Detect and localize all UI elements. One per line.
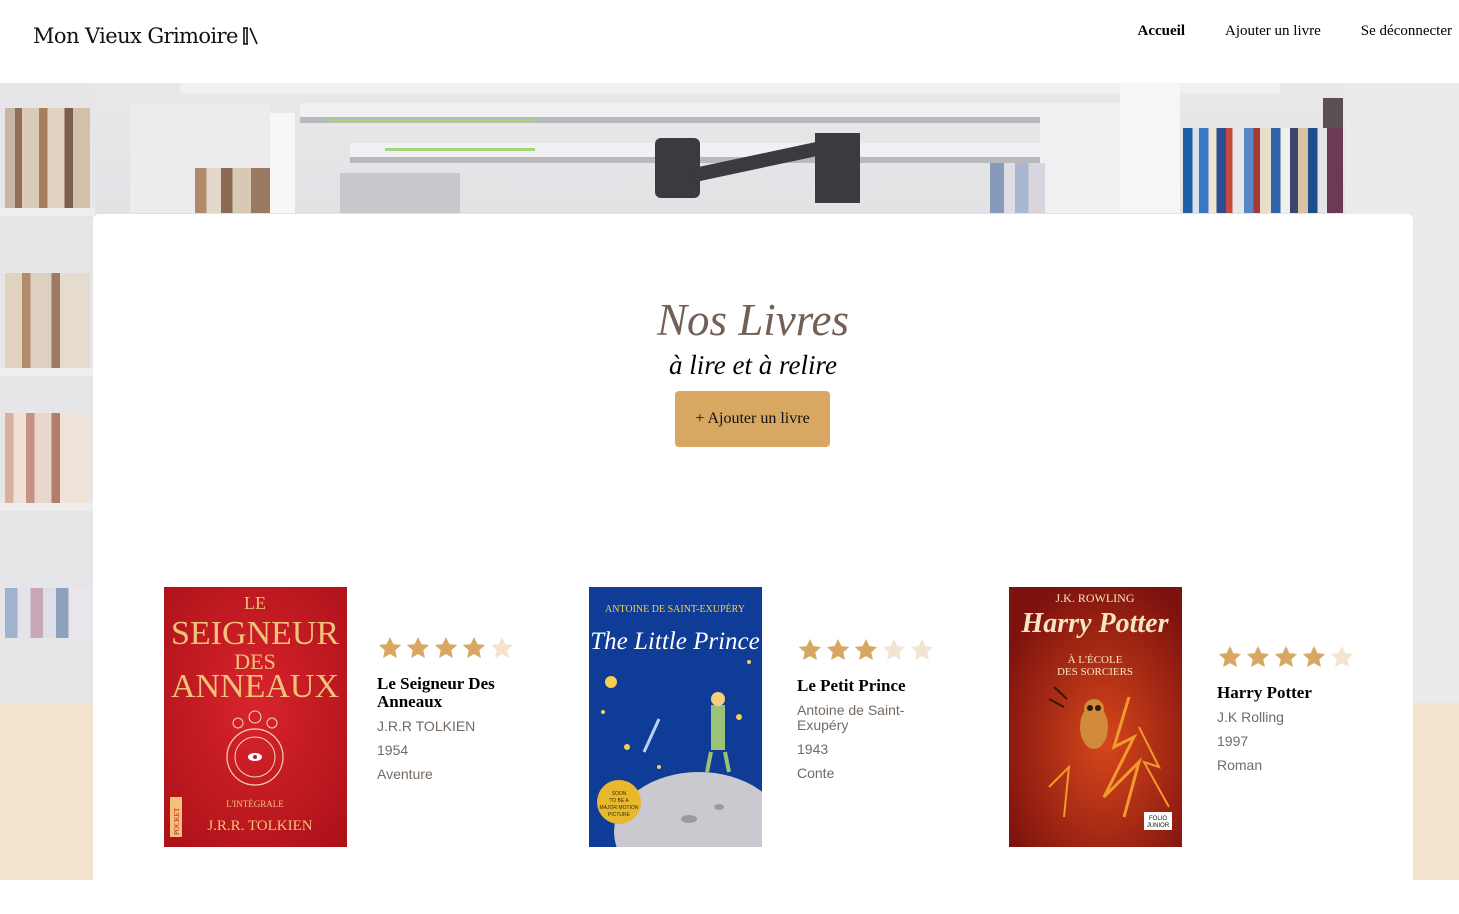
page-title: Nos Livres — [656, 295, 850, 345]
svg-text:FOLIO: FOLIO — [1149, 816, 1167, 822]
star-filled-icon — [854, 638, 878, 660]
book-author: Antoine de Saint-Exupéry — [797, 702, 905, 733]
star-empty-icon — [1330, 645, 1354, 667]
book-title[interactable]: Le Seigneur Des Anneaux — [377, 675, 537, 711]
book-year: 1943 — [797, 741, 829, 757]
cover-author: J.R.R. TOLKIEN — [207, 818, 312, 834]
star-empty-icon — [910, 638, 934, 660]
book-year: 1954 — [377, 742, 409, 758]
svg-text:TO BE A: TO BE A — [609, 798, 629, 804]
cover-title: The Little Prince — [590, 628, 759, 655]
svg-text:JUNIOR: JUNIOR — [1147, 823, 1170, 829]
logo-text: Mon Vieux Grimoire — [33, 24, 238, 48]
star-empty-icon — [490, 636, 514, 658]
site-logo[interactable]: Mon Vieux Grimoire — [33, 24, 260, 48]
rating-stars — [1217, 644, 1357, 670]
nav-link-accueil[interactable]: Accueil — [1138, 23, 1185, 40]
rating-stars — [797, 637, 942, 663]
book-cover-petit-prince[interactable]: ANTOINE DE SAINT-EXUPÉRY The Little Prin… — [589, 587, 762, 847]
books-logo-icon — [242, 27, 258, 45]
nav-link-ajouter-livre[interactable]: Ajouter un livre — [1225, 23, 1321, 40]
cover-author: ANTOINE DE SAINT-EXUPÉRY — [605, 603, 745, 615]
svg-text:SOON: SOON — [612, 791, 627, 797]
svg-text:PICTURE: PICTURE — [608, 812, 631, 818]
book-cover-art: LE SEIGNEUR DES ANNEAUX L'INTÉGRALE J.R.… — [164, 587, 347, 847]
book-author: J.K Rolling — [1217, 709, 1284, 725]
main-nav: Accueil Ajouter un livre Se déconnecter — [1138, 23, 1453, 40]
star-filled-icon — [1274, 645, 1298, 667]
cover-top-word: LE — [244, 593, 266, 613]
book-info: Harry Potter J.K Rolling 1997 Roman — [1217, 644, 1357, 782]
book-cover-art: J.K. ROWLING Harry Potter À L'ÉCOLE DES … — [1009, 587, 1182, 847]
svg-text:MAJOR MOTION: MAJOR MOTION — [600, 805, 639, 811]
page-subtitle: à lire et à relire — [669, 350, 837, 380]
book-year: 1997 — [1217, 733, 1249, 749]
star-filled-icon — [434, 636, 458, 658]
site-header: Mon Vieux Grimoire Accueil Ajouter un li… — [0, 0, 1459, 83]
books-panel: Nos Livres à lire et à relire + Ajouter … — [93, 214, 1413, 914]
book-author: J.R.R TOLKIEN — [377, 718, 476, 734]
cover-author: J.K. ROWLING — [1056, 591, 1135, 605]
book-genre: Aventure — [377, 766, 433, 782]
cover-title-line: SEIGNEUR — [171, 615, 339, 652]
add-book-button[interactable]: + Ajouter un livre — [675, 391, 830, 447]
nav-link-deconnecter[interactable]: Se déconnecter — [1361, 23, 1452, 40]
star-filled-icon — [378, 636, 402, 658]
cover-publisher: POCKET — [173, 807, 181, 835]
book-title[interactable]: Le Petit Prince — [797, 677, 942, 695]
star-filled-icon — [1246, 645, 1270, 667]
star-filled-icon — [406, 636, 430, 658]
book-cover-harry-potter[interactable]: J.K. ROWLING Harry Potter À L'ÉCOLE DES … — [1009, 587, 1182, 847]
book-info: Le Petit Prince Antoine de Saint-Exupéry… — [797, 637, 942, 790]
cover-edition: L'INTÉGRALE — [226, 799, 284, 809]
svg-text:DES SORCIERS: DES SORCIERS — [1057, 666, 1133, 678]
svg-text:À L'ÉCOLE: À L'ÉCOLE — [1068, 654, 1123, 666]
star-empty-icon — [882, 638, 906, 660]
star-filled-icon — [826, 638, 850, 660]
cover-title-line: ANNEAUX — [171, 668, 339, 705]
rating-stars — [377, 635, 537, 661]
book-genre: Conte — [797, 765, 835, 781]
star-filled-icon — [462, 636, 486, 658]
book-genre: Roman — [1217, 757, 1263, 773]
book-info: Le Seigneur Des Anneaux J.R.R TOLKIEN 19… — [377, 635, 537, 791]
cover-title: Harry Potter — [1021, 608, 1170, 639]
book-title[interactable]: Harry Potter — [1217, 684, 1357, 702]
star-filled-icon — [1218, 645, 1242, 667]
star-filled-icon — [798, 638, 822, 660]
book-cover-art: ANTOINE DE SAINT-EXUPÉRY The Little Prin… — [589, 587, 762, 847]
star-filled-icon — [1302, 645, 1326, 667]
book-cover-seigneur-des-anneaux[interactable]: LE SEIGNEUR DES ANNEAUX L'INTÉGRALE J.R.… — [164, 587, 347, 847]
